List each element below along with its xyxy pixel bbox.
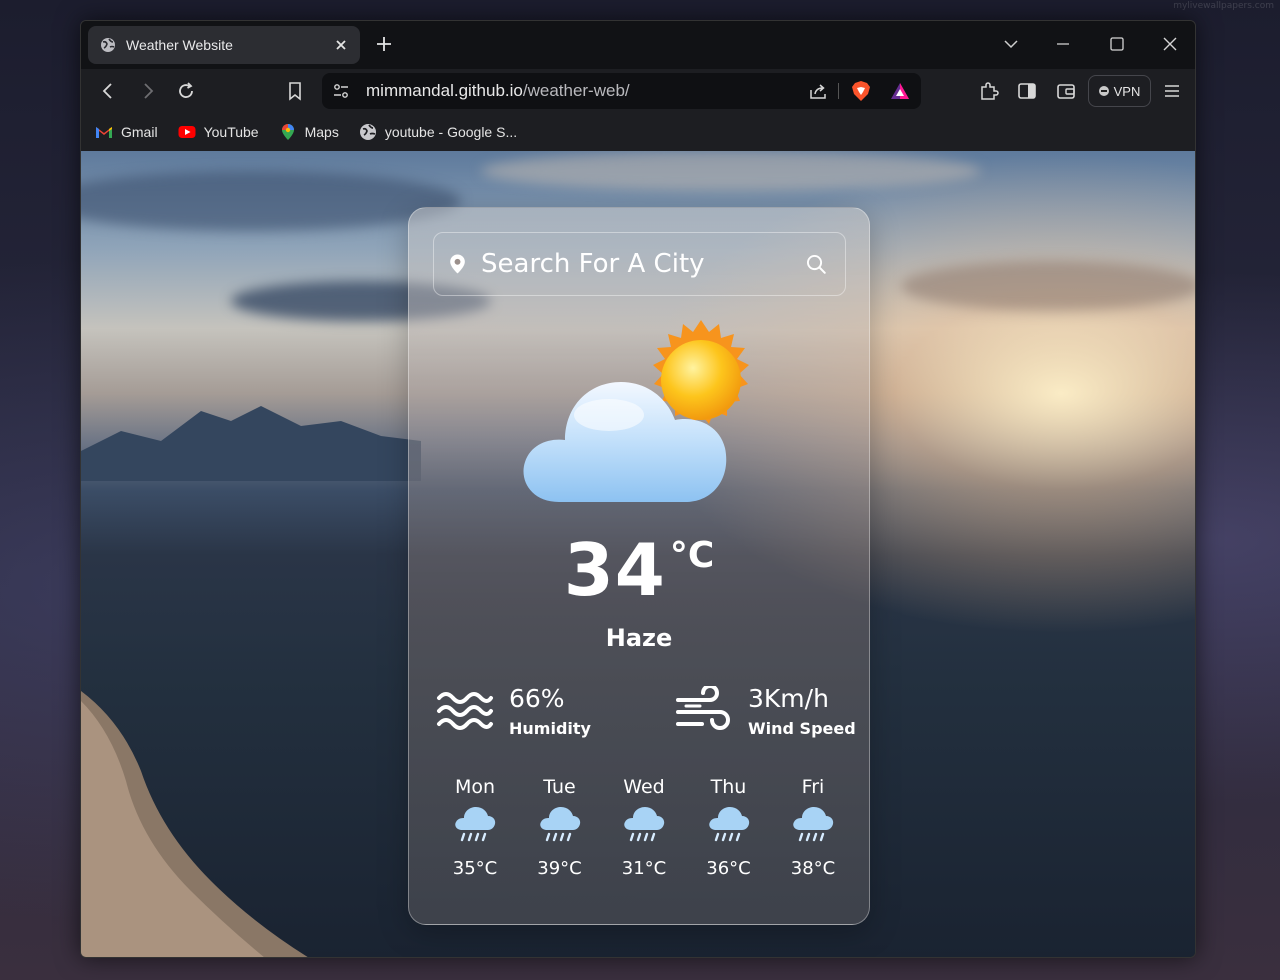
forecast-day-name: Fri [801, 776, 825, 798]
sidebar-toggle-icon[interactable] [1016, 80, 1038, 102]
humidity-stat: 66% Humidity [435, 684, 591, 738]
maximize-icon[interactable] [1108, 35, 1126, 53]
rain-cloud-icon [624, 807, 665, 842]
wind-stat: 3Km/h Wind Speed [674, 684, 856, 738]
city-search-input[interactable] [481, 249, 806, 279]
bookmark-label: youtube - Google S... [384, 124, 518, 140]
sky-cloud [481, 151, 981, 191]
tab-weather-website[interactable]: Weather Website [88, 26, 360, 64]
forecast-day: Wed 31°C [608, 776, 680, 879]
vpn-status-icon [1098, 86, 1109, 96]
bookmark-google-search[interactable]: youtube - Google S... [359, 123, 517, 141]
forecast-day: Thu 36°C [693, 776, 765, 879]
bookmark-maps[interactable]: Maps [279, 123, 339, 141]
sky-cloud [81, 171, 461, 231]
forward-arrow-icon[interactable] [137, 80, 159, 102]
bookmark-label: Maps [304, 124, 339, 140]
forecast-day-name: Thu [710, 776, 747, 798]
close-window-icon[interactable] [1161, 35, 1179, 53]
location-pin-icon [450, 254, 465, 274]
browser-window: Weather Website mimmandal.github.io/weat… [80, 20, 1196, 958]
maps-icon [281, 124, 294, 140]
address-bar[interactable]: mimmandal.github.io/weather-web/ [322, 73, 921, 109]
reload-icon[interactable] [175, 80, 197, 102]
wind-icon [676, 686, 730, 730]
wind-label: Wind Speed [748, 719, 856, 738]
wind-value: 3Km/h [748, 684, 829, 713]
vpn-button[interactable]: VPN [1088, 75, 1151, 107]
sky-cloud [901, 261, 1195, 311]
forecast-day-name: Tue [543, 776, 576, 798]
forecast-row: Mon 35°C Tue 39°C Wed 31°C Thu 36°C Fri … [439, 776, 849, 879]
share-icon[interactable] [808, 81, 828, 101]
tab-title: Weather Website [126, 37, 233, 53]
shore-foam [81, 691, 308, 957]
minimize-icon[interactable] [1054, 35, 1072, 53]
search-icon[interactable] [805, 249, 827, 279]
forecast-temp: 39°C [537, 858, 582, 879]
partly-cloudy-icon [523, 320, 749, 502]
forecast-day: Tue 39°C [524, 776, 596, 879]
close-tab-icon[interactable] [334, 38, 348, 52]
city-search-box [433, 232, 846, 296]
bookmark-youtube[interactable]: YouTube [178, 123, 259, 141]
youtube-icon [178, 126, 196, 138]
humidity-value: 66% [509, 684, 565, 713]
navigation-toolbar: mimmandal.github.io/weather-web/ VPN [81, 69, 1195, 113]
address-bar-divider [838, 83, 839, 99]
bookmark-label: Gmail [121, 124, 158, 140]
bookmark-icon[interactable] [284, 80, 306, 102]
forecast-temp: 31°C [621, 858, 667, 879]
wallpaper-watermark: mylivewallpapers.com [1173, 1, 1274, 11]
brave-shields-icon[interactable] [850, 80, 872, 102]
rain-cloud-icon [455, 807, 496, 842]
forecast-day-name: Wed [623, 776, 665, 798]
url-path: /weather-web/ [522, 81, 630, 100]
url-host: mimmandal.github.io [366, 81, 523, 100]
brave-rewards-icon[interactable] [890, 81, 910, 101]
new-tab-icon[interactable] [375, 35, 393, 53]
forecast-temp: 35°C [452, 858, 498, 879]
current-temperature: 34 °C [409, 528, 869, 612]
tab-search-chevron-icon[interactable] [1002, 35, 1020, 53]
site-settings-icon[interactable] [332, 82, 350, 100]
humidity-label: Humidity [509, 719, 591, 738]
back-arrow-icon[interactable] [97, 80, 119, 102]
extensions-icon[interactable] [978, 80, 1000, 102]
forecast-temp: 36°C [706, 858, 751, 879]
mountains-silhouette [81, 406, 421, 481]
bookmark-gmail[interactable]: Gmail [95, 123, 158, 141]
rain-cloud-icon [539, 807, 580, 842]
vpn-label: VPN [1113, 83, 1141, 99]
menu-icon[interactable] [1161, 80, 1183, 102]
gmail-icon [96, 127, 112, 138]
forecast-temp: 38°C [790, 858, 836, 879]
forecast-day-name: Mon [454, 776, 496, 798]
rain-cloud-icon [793, 807, 834, 842]
forecast-day: Fri 38°C [777, 776, 849, 879]
weather-card: 34°C Haze 66% Humidity [408, 207, 870, 925]
temperature-value: 34 [563, 528, 666, 612]
temperature-unit: °C [669, 535, 715, 576]
title-bar: Weather Website [81, 21, 1195, 69]
waves-icon [437, 692, 493, 730]
weather-condition: Haze [605, 624, 673, 652]
bookmark-label: YouTube [203, 124, 259, 140]
globe-icon [359, 124, 376, 140]
wallet-icon[interactable] [1055, 80, 1077, 102]
rain-cloud-icon [708, 807, 749, 842]
forecast-day: Mon 35°C [439, 776, 511, 879]
bookmarks-bar: Gmail YouTube Maps youtube - Google S... [81, 113, 1195, 151]
page-viewport: 34°C Haze 66% Humidity [81, 151, 1195, 957]
globe-icon [101, 38, 115, 52]
